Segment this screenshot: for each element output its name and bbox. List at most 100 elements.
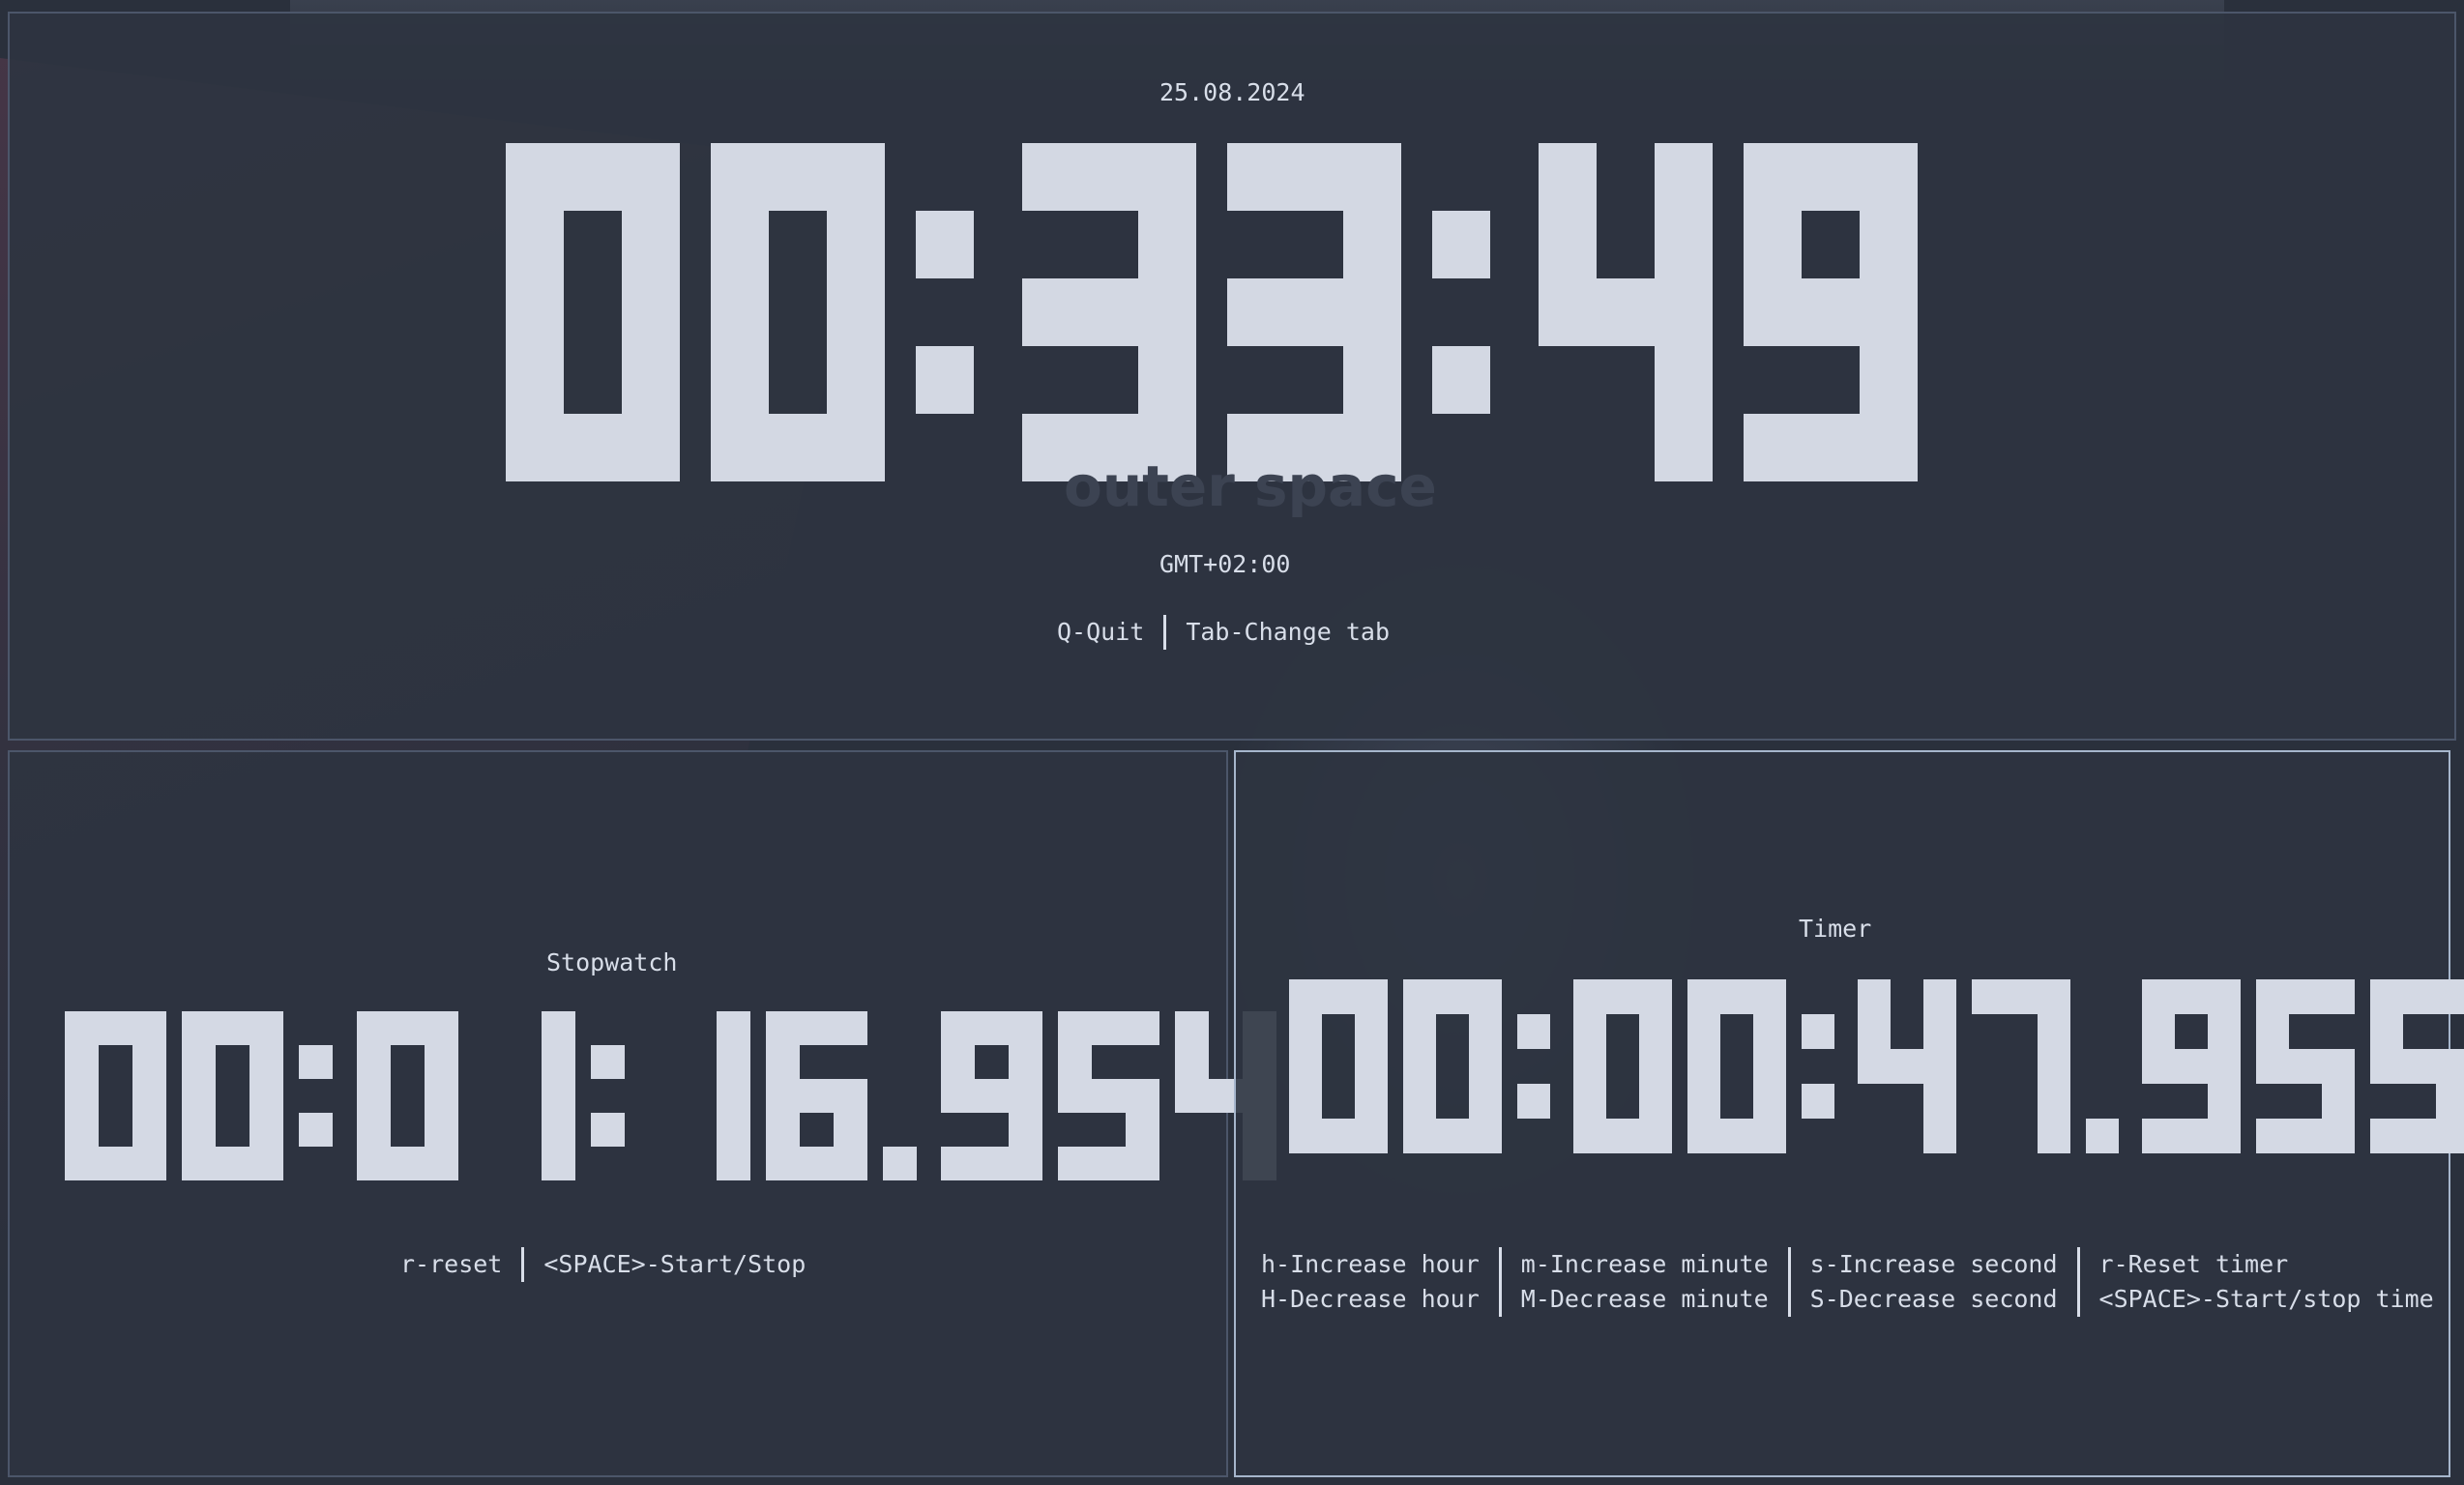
digit-block xyxy=(65,1079,99,1113)
digit-block xyxy=(1343,143,1401,211)
digit-block xyxy=(766,1045,800,1079)
digit-block xyxy=(766,1147,800,1180)
digit-block xyxy=(2322,1084,2355,1119)
digit-block xyxy=(1403,1084,1436,1119)
digit-block xyxy=(1126,1011,1159,1045)
digit-block xyxy=(717,1011,750,1045)
digit-block xyxy=(2142,979,2175,1014)
digit-block xyxy=(132,1045,166,1079)
digit-block xyxy=(1126,1079,1159,1113)
digit-block xyxy=(1058,1011,1092,1045)
digit-block xyxy=(1655,211,1713,278)
digit-block xyxy=(1289,1014,1322,1049)
digit-block xyxy=(1138,143,1196,211)
digit-block xyxy=(542,1079,575,1113)
digit-block xyxy=(1597,278,1655,346)
digit-block xyxy=(1802,143,1860,211)
digit-block xyxy=(1009,1113,1042,1147)
digit-block xyxy=(1802,1014,1834,1049)
digit-block xyxy=(2038,1014,2070,1049)
time-digit xyxy=(2370,979,2464,1153)
digit-block xyxy=(2208,1049,2241,1084)
clock-pane[interactable]: 25.08.2024 outer space GMT+02:00 Q-Quit … xyxy=(8,12,2456,741)
timer-pane[interactable]: Timer h-Increase hour H-Decrease hour m-… xyxy=(1234,750,2464,1477)
clock-time-display xyxy=(506,143,1918,481)
digit-block xyxy=(182,1147,216,1180)
help-separator xyxy=(521,1247,525,1282)
digit-block xyxy=(800,1079,834,1113)
digit-block xyxy=(182,1011,216,1045)
help-increase-hour: h-Increase hour xyxy=(1261,1250,1480,1278)
help-decrease-second: S-Decrease second xyxy=(1809,1285,2058,1313)
stopwatch-time-display xyxy=(65,1011,1276,1180)
digit-block xyxy=(2289,1049,2322,1084)
digit-block xyxy=(1138,211,1196,278)
digit-block xyxy=(1687,1049,1720,1084)
stopwatch-pane[interactable]: Stopwatch r-reset <SPACE>-Start/Stop xyxy=(8,750,1276,1477)
digit-block xyxy=(1322,1119,1355,1153)
time-digit xyxy=(1539,143,1713,481)
digit-block xyxy=(717,1113,750,1147)
time-digit xyxy=(1058,1011,1159,1180)
digit-block xyxy=(2175,1119,2208,1153)
digit-block xyxy=(564,143,622,211)
time-digit xyxy=(1573,979,1672,1153)
digit-block xyxy=(2175,979,2208,1014)
digit-block xyxy=(591,1113,625,1147)
digit-block xyxy=(99,1011,132,1045)
digit-block xyxy=(1923,1049,1956,1084)
digit-block xyxy=(357,1079,391,1113)
digit-block xyxy=(717,1147,750,1180)
time-dot xyxy=(883,1011,917,1180)
digit-block xyxy=(391,1011,425,1045)
digit-block xyxy=(834,1147,867,1180)
digit-block xyxy=(1289,1049,1322,1084)
digit-block xyxy=(1539,143,1597,211)
digit-block xyxy=(1092,1079,1126,1113)
digit-block xyxy=(711,211,769,278)
digit-block xyxy=(1285,143,1343,211)
digit-block xyxy=(1403,1049,1436,1084)
digit-block xyxy=(506,346,564,414)
time-digit xyxy=(1022,143,1196,481)
digit-block xyxy=(132,1147,166,1180)
digit-block xyxy=(1858,979,1891,1014)
help-quit: Q-Quit xyxy=(1057,618,1145,646)
timer-title: Timer xyxy=(1799,915,1872,943)
digit-block xyxy=(132,1011,166,1045)
digit-block xyxy=(2322,1119,2355,1153)
digit-block xyxy=(1175,1011,1209,1045)
digit-block xyxy=(1080,278,1138,346)
digit-block xyxy=(1469,1014,1502,1049)
digit-block xyxy=(357,1147,391,1180)
time-digit xyxy=(711,143,885,481)
digit-block xyxy=(506,414,564,481)
digit-block xyxy=(591,1045,625,1079)
digit-block xyxy=(1343,278,1401,346)
digit-block xyxy=(2038,979,2070,1014)
digit-block xyxy=(1539,278,1597,346)
digit-block xyxy=(1744,414,1802,481)
digit-block xyxy=(834,1113,867,1147)
digit-block xyxy=(2322,1049,2355,1084)
digit-block xyxy=(717,1045,750,1079)
digit-block xyxy=(2208,1084,2241,1119)
digit-block xyxy=(1058,1045,1092,1079)
help-reset: r-reset xyxy=(400,1250,503,1278)
digit-block xyxy=(827,414,885,481)
digit-block xyxy=(65,1011,99,1045)
digit-block xyxy=(2142,1014,2175,1049)
digit-block xyxy=(2142,1049,2175,1084)
digit-block xyxy=(542,1045,575,1079)
digit-block xyxy=(1469,1049,1502,1084)
timer-help-bar: h-Increase hour H-Decrease hour m-Increa… xyxy=(1261,1247,2434,1317)
digit-block xyxy=(941,1147,975,1180)
clock-timezone: GMT+02:00 xyxy=(1159,550,1291,578)
clock-help-bar: Q-Quit Tab-Change tab xyxy=(1057,615,1390,650)
digit-block xyxy=(391,1147,425,1180)
digit-block xyxy=(1009,1079,1042,1113)
digit-block xyxy=(99,1147,132,1180)
digit-block xyxy=(717,1079,750,1113)
digit-block xyxy=(1355,979,1388,1014)
digit-block xyxy=(1573,979,1606,1014)
